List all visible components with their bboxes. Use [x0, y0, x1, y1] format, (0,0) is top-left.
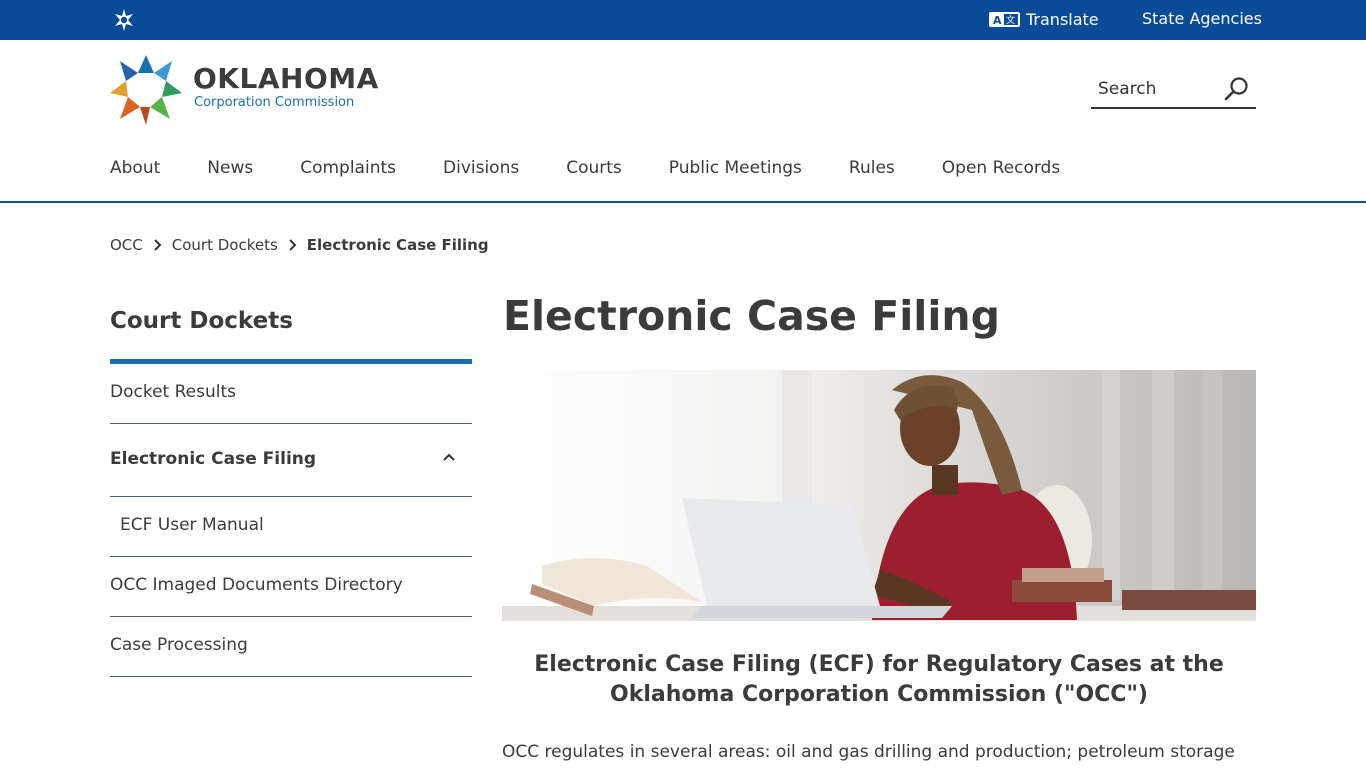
- sidebar-item-case-processing[interactable]: Case Processing: [110, 617, 472, 677]
- sidebar-title[interactable]: Court Dockets: [110, 308, 293, 334]
- nav-about[interactable]: About: [110, 158, 160, 178]
- nav-divider: [0, 201, 1366, 203]
- sidebar-item-label: Electronic Case Filing: [110, 449, 317, 469]
- sidebar-item-label: Case Processing: [110, 635, 248, 655]
- nav-open-records[interactable]: Open Records: [942, 158, 1060, 178]
- section-heading-line-1: Electronic Case Filing (ECF) for Regulat…: [534, 652, 1224, 677]
- breadcrumb-current: Electronic Case Filing: [306, 236, 489, 254]
- nav-news[interactable]: News: [207, 158, 253, 178]
- hero-image: [502, 370, 1256, 621]
- oklahoma-star-icon[interactable]: [112, 8, 136, 32]
- sidebar-item-docket-results[interactable]: Docket Results: [110, 364, 472, 424]
- brand-subtitle[interactable]: Corporation Commission: [194, 95, 354, 110]
- nav-public-meetings[interactable]: Public Meetings: [669, 158, 802, 178]
- chevron-right-icon: [154, 239, 162, 251]
- breadcrumb-occ[interactable]: OCC: [110, 236, 143, 254]
- nav-divisions[interactable]: Divisions: [443, 158, 519, 178]
- utility-bar: A 文 Translate State Agencies: [0, 0, 1366, 40]
- page-title: Electronic Case Filing: [503, 292, 1000, 340]
- translate-icon: A 文: [989, 11, 1020, 27]
- svg-text:文: 文: [1006, 14, 1015, 26]
- sidebar-item-electronic-case-filing[interactable]: Electronic Case Filing: [110, 424, 472, 497]
- section-heading-line-2: Oklahoma Corporation Commission ("OCC"): [610, 682, 1148, 707]
- svg-text:A: A: [993, 14, 1002, 27]
- breadcrumb: OCC Court Dockets Electronic Case Filing: [110, 236, 489, 254]
- sidebar-item-occ-imaged-documents[interactable]: OCC Imaged Documents Directory: [110, 557, 472, 617]
- search-field[interactable]: Search: [1091, 74, 1256, 109]
- chevron-up-icon[interactable]: [442, 452, 456, 462]
- sidebar-item-label: ECF User Manual: [120, 515, 264, 535]
- brand-name[interactable]: OKLAHOMA: [193, 64, 379, 94]
- sidebar-item-label: Docket Results: [110, 382, 236, 402]
- chevron-right-icon: [289, 239, 297, 251]
- breadcrumb-court-dockets[interactable]: Court Dockets: [172, 236, 278, 254]
- nav-rules[interactable]: Rules: [849, 158, 895, 178]
- main-navigation: About News Complaints Divisions Courts P…: [110, 158, 1107, 178]
- nav-courts[interactable]: Courts: [566, 158, 622, 178]
- occ-logo-icon[interactable]: [110, 53, 182, 125]
- state-agencies-link[interactable]: State Agencies: [1142, 9, 1262, 28]
- intro-paragraph: OCC regulates in several areas: oil and …: [502, 742, 1235, 762]
- sidebar-item-ecf-user-manual[interactable]: ECF User Manual: [110, 497, 472, 557]
- translate-label: Translate: [1026, 9, 1099, 29]
- sidebar-item-label: OCC Imaged Documents Directory: [110, 575, 403, 595]
- search-placeholder: Search: [1098, 79, 1157, 99]
- search-icon[interactable]: [1224, 76, 1250, 102]
- section-heading: Electronic Case Filing (ECF) for Regulat…: [502, 650, 1256, 710]
- translate-button[interactable]: A 文 Translate: [989, 9, 1099, 29]
- nav-complaints[interactable]: Complaints: [300, 158, 396, 178]
